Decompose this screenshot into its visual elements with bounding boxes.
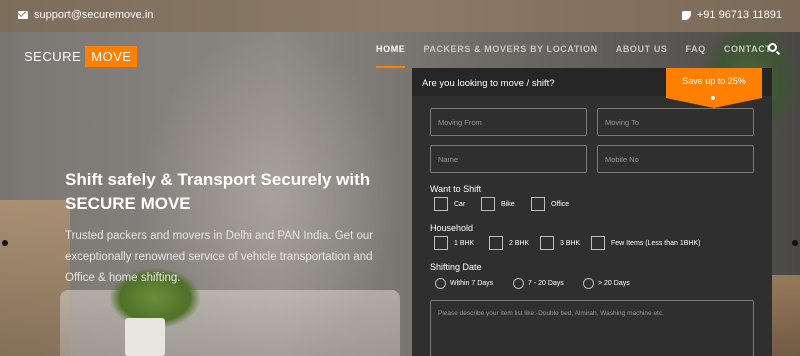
household-1bhk-checkbox[interactable]: 1 BHK <box>434 236 474 250</box>
slider-dot-left[interactable] <box>2 240 8 246</box>
mail-icon <box>18 11 28 19</box>
name-input[interactable]: Name <box>430 145 587 173</box>
radio-circle[interactable] <box>583 278 594 289</box>
household-2bhk-checkbox[interactable]: 2 BHK <box>489 236 529 250</box>
phone-text[interactable]: +91 96713 11891 <box>697 9 782 21</box>
item-list-textarea[interactable]: Please describe your item list like:-Dou… <box>430 300 754 356</box>
checkbox-box[interactable] <box>481 197 495 211</box>
hero-description: Trusted packers and movers in Delhi and … <box>65 230 374 284</box>
nav-packers-movers-by-location[interactable]: PACKERS & MOVERS BY LOCATION <box>423 44 597 54</box>
top-bar: support@securemove.in +91 96713 11891 <box>0 0 800 32</box>
date-within-7-days-radio[interactable]: Within 7 Days <box>435 278 493 289</box>
email-link[interactable]: support@securemove.in <box>18 9 153 21</box>
moving-from-input[interactable]: Moving From <box>430 108 587 136</box>
date-7-20-days-radio[interactable]: 7 - 20 Days <box>513 278 564 289</box>
checkbox-label: 2 BHK <box>509 239 530 247</box>
radio-circle[interactable] <box>435 278 446 289</box>
search-icon[interactable] <box>768 43 777 52</box>
radio-label: Within 7 Days <box>450 280 494 287</box>
checkbox-label: Office <box>551 200 570 208</box>
household-3bhk-checkbox[interactable]: 3 BHK <box>540 236 580 250</box>
phone-link[interactable]: +91 96713 11891 <box>681 9 782 21</box>
logo-text-secure: SECURE <box>24 49 82 64</box>
checkbox-box[interactable] <box>540 236 554 250</box>
logo[interactable]: SECURE MOVE <box>24 46 138 67</box>
mobile-input[interactable]: Mobile No <box>597 145 754 173</box>
move-request-form: Are you looking to move / shift? Save up… <box>412 68 772 356</box>
want-to-shift-label: Want to Shift <box>430 184 482 194</box>
main-nav: HOME PACKERS & MOVERS BY LOCATION ABOUT … <box>376 44 789 68</box>
radio-label: 7 - 20 Days <box>528 280 564 287</box>
background-pot <box>125 318 165 356</box>
checkbox-label: 1 BHK <box>454 239 475 247</box>
checkbox-box[interactable] <box>531 197 545 211</box>
checkbox-box[interactable] <box>489 236 503 250</box>
badge-dot <box>711 96 715 100</box>
household-few-items-checkbox[interactable]: Few Items (Less than 1BHK) <box>591 236 700 250</box>
radio-label: > 20 Days <box>598 280 630 287</box>
checkbox-box[interactable] <box>434 197 448 211</box>
logo-text-move: MOVE <box>85 46 138 67</box>
slider-dot-right[interactable] <box>792 240 798 246</box>
save-badge: Save up to 25% <box>666 68 762 108</box>
nav-faq[interactable]: FAQ <box>686 44 706 54</box>
shift-office-checkbox[interactable]: Office <box>531 197 569 211</box>
shifting-date-label: Shifting Date <box>430 262 482 272</box>
shift-car-checkbox[interactable]: Car <box>434 197 465 211</box>
shift-bike-checkbox[interactable]: Bike <box>481 197 515 211</box>
checkbox-label: 3 BHK <box>560 239 581 247</box>
radio-circle[interactable] <box>513 278 524 289</box>
checkbox-box[interactable] <box>434 236 448 250</box>
phone-icon <box>681 10 691 20</box>
household-label: Household <box>430 223 474 233</box>
checkbox-box[interactable] <box>591 236 605 250</box>
email-text[interactable]: support@securemove.in <box>34 9 153 21</box>
nav-contact[interactable]: CONTACT <box>724 44 772 54</box>
nav-about-us[interactable]: ABOUT US <box>616 44 668 54</box>
checkbox-label: Few Items (Less than 1BHK) <box>611 239 701 247</box>
nav-home[interactable]: HOME <box>376 44 406 68</box>
moving-to-input[interactable]: Moving To <box>597 108 754 136</box>
checkbox-label: Car <box>454 200 466 208</box>
date-over-20-days-radio[interactable]: > 20 Days <box>583 278 630 289</box>
hero-title: Shift safely & Transport Securely with S… <box>65 170 371 213</box>
checkbox-label: Bike <box>501 200 515 208</box>
